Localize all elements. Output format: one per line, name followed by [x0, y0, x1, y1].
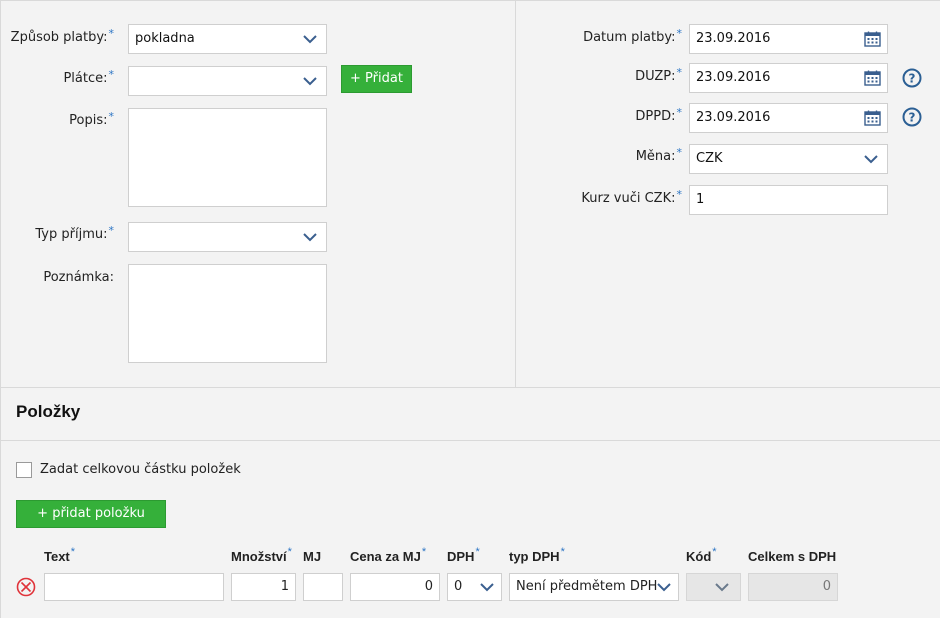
item-unit-price-value: 0	[424, 579, 433, 594]
column-header-quantity: Množství*	[231, 546, 292, 564]
add-item-button[interactable]: + přidat položku	[16, 500, 166, 528]
income-type-select[interactable]	[128, 222, 327, 252]
column-divider	[515, 0, 516, 387]
total-amount-checkbox-label[interactable]: Zadat celkovou částku položek	[40, 462, 241, 477]
item-unit-price-input[interactable]: 0	[350, 573, 440, 601]
payment-method-select[interactable]: pokladna	[128, 24, 327, 54]
section-divider-bottom	[0, 440, 940, 441]
column-header-text: Text*	[44, 546, 76, 564]
item-vat-select[interactable]: 0	[447, 573, 502, 601]
item-unit-input[interactable]	[303, 573, 343, 601]
payer-label: Plátce:*	[63, 68, 114, 86]
dppd-input[interactable]: 23.09.2016	[689, 103, 888, 133]
note-label: Poznámka:	[43, 270, 114, 285]
note-textarea[interactable]	[128, 264, 327, 363]
currency-select[interactable]: CZK	[689, 144, 888, 174]
description-textarea[interactable]	[128, 108, 327, 207]
payment-method-value: pokladna	[135, 31, 195, 46]
rate-input[interactable]: 1	[689, 185, 888, 215]
currency-label: Měna:*	[635, 146, 682, 164]
chevron-down-icon	[657, 583, 671, 592]
description-label: Popis:*	[69, 110, 114, 128]
chevron-down-icon	[303, 35, 317, 44]
section-divider-top	[0, 387, 940, 388]
chevron-down-icon	[303, 233, 317, 242]
duzp-value: 23.09.2016	[696, 70, 771, 85]
duzp-input[interactable]: 23.09.2016	[689, 63, 888, 93]
rate-label: Kurz vuči CZK:*	[581, 188, 682, 206]
payment-date-label: Datum platby:*	[583, 27, 682, 45]
remove-row-icon[interactable]	[16, 577, 36, 597]
svg-text:?: ?	[909, 111, 916, 125]
help-icon[interactable]: ?	[902, 107, 922, 127]
total-amount-checkbox[interactable]	[16, 462, 32, 478]
currency-value: CZK	[696, 151, 723, 166]
item-quantity-input[interactable]: 1	[231, 573, 296, 601]
help-icon[interactable]: ?	[902, 68, 922, 88]
duzp-label: DUZP:*	[635, 66, 682, 84]
payer-select[interactable]	[128, 66, 327, 96]
svg-text:?: ?	[909, 72, 916, 86]
chevron-down-icon	[864, 155, 878, 164]
rate-value: 1	[696, 192, 705, 207]
column-header-unit: MJ	[303, 549, 322, 564]
income-type-label: Typ příjmu:*	[35, 224, 114, 242]
dppd-value: 23.09.2016	[696, 110, 771, 125]
item-quantity-value: 1	[280, 579, 289, 594]
item-total-with-vat-field: 0	[748, 573, 838, 601]
add-payer-button[interactable]: + Přidat	[341, 65, 412, 93]
payment-date-value: 23.09.2016	[696, 31, 771, 46]
item-vat-type-select[interactable]: Není předmětem DPH	[509, 573, 679, 601]
column-header-vat-type: typ DPH*	[509, 546, 565, 564]
dppd-label: DPPD:*	[635, 106, 682, 124]
calendar-icon[interactable]	[864, 31, 881, 47]
column-header-code: Kód*	[686, 546, 717, 564]
payment-method-label: Způsob platby:*	[10, 27, 114, 45]
chevron-down-icon	[480, 583, 494, 592]
calendar-icon[interactable]	[864, 110, 881, 126]
items-title: Položky	[16, 402, 81, 421]
column-header-unit-price: Cena za MJ*	[350, 546, 427, 564]
column-header-vat: DPH*	[447, 546, 480, 564]
calendar-icon[interactable]	[864, 70, 881, 86]
item-total-with-vat-value: 0	[822, 579, 831, 594]
item-vat-type-value: Není předmětem DPH	[516, 579, 658, 594]
column-header-total-with-vat: Celkem s DPH	[748, 549, 837, 564]
item-code-select[interactable]	[686, 573, 741, 601]
chevron-down-icon	[715, 583, 729, 592]
payment-date-input[interactable]: 23.09.2016	[689, 24, 888, 54]
chevron-down-icon	[303, 77, 317, 86]
item-vat-value: 0	[454, 579, 463, 594]
item-text-input[interactable]	[44, 573, 224, 601]
